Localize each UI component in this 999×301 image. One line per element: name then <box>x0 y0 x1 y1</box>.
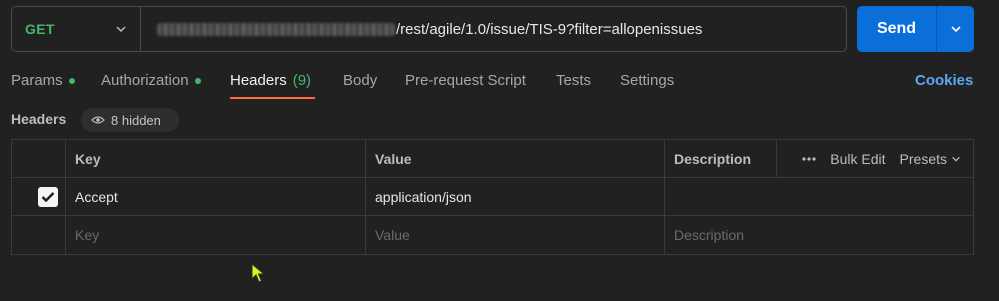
new-key-input[interactable]: Key <box>65 216 365 254</box>
header-value-field[interactable]: application/json <box>365 178 664 215</box>
tab-label: Params <box>11 72 63 89</box>
active-tab-indicator <box>230 97 315 99</box>
checkmark-icon <box>41 191 55 202</box>
send-button[interactable]: Send <box>857 6 936 52</box>
header-key-field[interactable]: Accept <box>65 178 365 215</box>
method-label: GET <box>25 21 55 37</box>
url-input[interactable]: /rest/agile/1.0/issue/TIS-9?filter=allop… <box>141 21 846 38</box>
tab-body[interactable]: Body <box>343 72 377 89</box>
redacted-host <box>157 22 395 36</box>
tab-params[interactable]: Params <box>11 72 75 89</box>
tab-settings[interactable]: Settings <box>620 72 674 89</box>
tab-label: Headers <box>230 72 287 89</box>
url-path: /rest/agile/1.0/issue/TIS-9?filter=allop… <box>396 20 703 38</box>
tab-pre-request-script[interactable]: Pre-request Script <box>405 72 526 89</box>
row-enabled-checkbox[interactable] <box>38 186 58 207</box>
send-button-group: Send <box>857 6 974 52</box>
chevron-down-icon <box>116 26 126 33</box>
table-header-row: Key Value Description Bulk Edit Presets <box>12 140 973 178</box>
column-header-value: Value <box>375 150 412 167</box>
new-value-input[interactable]: Value <box>365 216 664 254</box>
tab-label: Pre-request Script <box>405 72 526 89</box>
send-options-button[interactable] <box>936 6 974 52</box>
headers-section-title: Headers <box>11 111 67 127</box>
tab-label: Authorization <box>101 72 189 89</box>
more-options-icon[interactable] <box>802 156 816 161</box>
tab-label: Tests <box>556 72 592 89</box>
method-select[interactable]: GET <box>12 7 141 51</box>
cookies-link[interactable]: Cookies <box>915 72 973 89</box>
tab-headers[interactable]: Headers (9) <box>230 72 311 89</box>
hidden-headers-toggle[interactable]: 8 hidden <box>81 108 179 132</box>
table-row-new: Key Value Description <box>12 216 973 254</box>
chevron-down-icon <box>952 156 960 162</box>
chevron-down-icon <box>950 26 961 33</box>
eye-icon <box>91 116 105 124</box>
headers-table: Key Value Description Bulk Edit Presets <box>11 139 974 255</box>
column-header-description: Description <box>674 150 752 167</box>
tab-authorization[interactable]: Authorization <box>101 72 201 89</box>
tab-label: Body <box>343 72 378 89</box>
table-actions: Bulk Edit Presets <box>802 140 961 177</box>
mouse-cursor-icon <box>251 263 265 283</box>
new-description-input[interactable]: Description <box>664 216 973 254</box>
table-row: Accept application/json <box>12 178 973 216</box>
status-dot-icon <box>194 77 201 84</box>
request-bar: GET /rest/agile/1.0/issue/TIS-9?filter=a… <box>11 6 847 52</box>
tab-label: Settings <box>620 72 675 89</box>
tab-count: (9) <box>292 72 312 89</box>
bulk-edit-button[interactable]: Bulk Edit <box>830 151 885 167</box>
column-header-key: Key <box>75 150 101 167</box>
status-dot-icon <box>68 77 75 84</box>
presets-dropdown[interactable]: Presets <box>900 151 961 167</box>
hidden-count-label: 8 hidden <box>111 112 161 128</box>
tab-tests[interactable]: Tests <box>556 72 591 89</box>
row-checkbox-cell <box>28 178 65 215</box>
header-description-field[interactable] <box>664 178 973 215</box>
presets-label: Presets <box>899 150 947 167</box>
